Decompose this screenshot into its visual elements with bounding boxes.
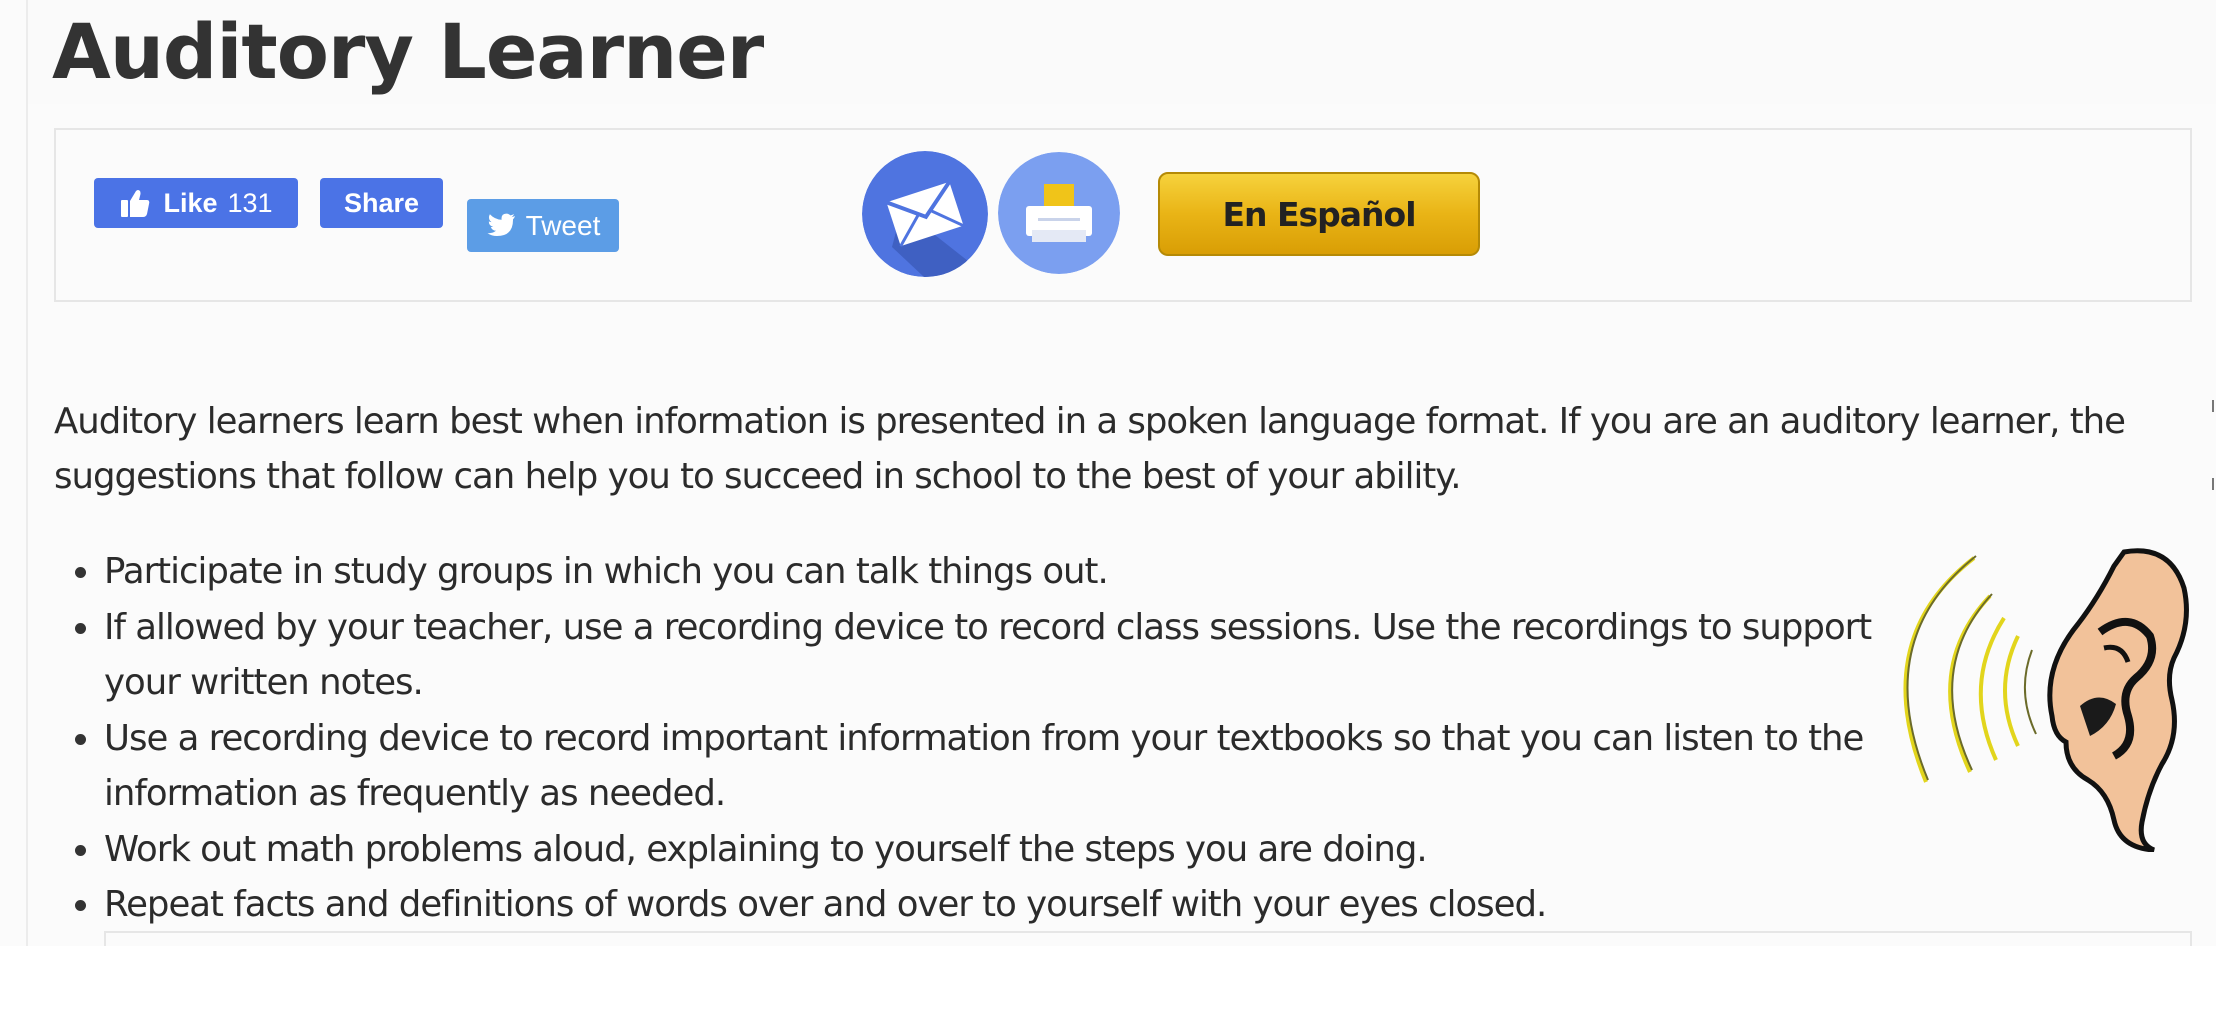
like-count: 131: [227, 187, 273, 218]
page-bottom-margin: [0, 946, 2216, 1010]
facebook-like-button[interactable]: Like 131: [94, 178, 298, 228]
list-item: Participate in study groups in which you…: [75, 544, 1874, 600]
facebook-share-button[interactable]: Share: [320, 178, 443, 228]
en-espanol-button[interactable]: En Español: [1158, 172, 1480, 256]
like-label: Like: [163, 187, 218, 218]
share-label: Share: [343, 187, 420, 218]
ear-illustration: [1903, 548, 2189, 852]
list-item: Work out math problems aloud, explaining…: [75, 822, 1874, 878]
intro-paragraph: Auditory learners learn best when inform…: [54, 401, 2126, 497]
twitter-bird-icon: [487, 213, 515, 236]
content-left-border: [26, 0, 28, 946]
list-item: Use a recording device to record importa…: [75, 711, 1874, 822]
print-button[interactable]: [998, 152, 1120, 274]
page-title: Auditory Learner: [52, 7, 764, 96]
list-item: Repeat facts and definitions of words ov…: [75, 877, 1874, 933]
printer-icon: [998, 152, 1120, 274]
tweet-label: Tweet: [525, 209, 601, 241]
list-item: If allowed by your teacher, use a record…: [75, 600, 1874, 711]
email-button[interactable]: [862, 151, 988, 277]
scroll-edge-marks: [2212, 400, 2214, 490]
tips-list: Participate in study groups in which you…: [75, 544, 1874, 933]
tweet-button[interactable]: Tweet: [467, 199, 619, 252]
thumbs-up-icon: [121, 190, 150, 217]
envelope-icon: [862, 151, 988, 277]
